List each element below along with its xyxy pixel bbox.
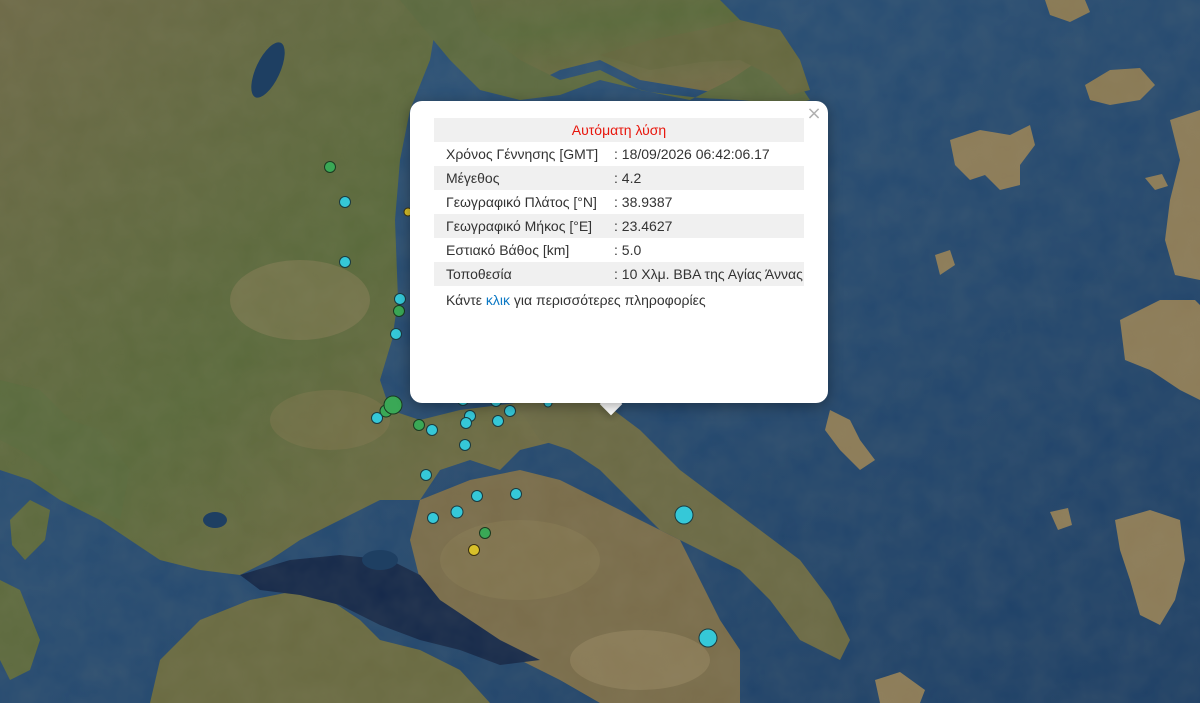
event-info-table: Χρόνος Γέννησης [GMT] : 18/09/2026 06:42…: [434, 142, 804, 286]
popup-footer: Κάντε κλικ για περισσότερες πληροφορίες: [434, 286, 804, 310]
depth-value: : 5.0: [614, 242, 642, 258]
quake-marker[interactable]: [394, 293, 406, 305]
latitude-label: Γεωγραφικό Πλάτος [°N]: [446, 194, 597, 210]
magnitude-value: : 4.2: [602, 166, 804, 190]
depth-label: Εστιακό Βάθος [km]: [446, 242, 570, 258]
quake-marker[interactable]: [426, 424, 438, 436]
origin-time-label: Χρόνος Γέννησης [GMT]: [446, 146, 599, 162]
quake-marker[interactable]: [674, 505, 694, 525]
quake-marker[interactable]: [339, 256, 351, 268]
location-label: Τοποθεσία: [434, 262, 602, 286]
quake-marker[interactable]: [492, 415, 504, 427]
quake-marker[interactable]: [504, 405, 516, 417]
quake-marker[interactable]: [413, 419, 425, 431]
quake-marker[interactable]: [383, 395, 403, 415]
quake-marker[interactable]: [459, 439, 471, 451]
table-row: Γεωγραφικό Μήκος [°E] : 23.4627: [434, 214, 804, 238]
event-popup: × Αυτόματη λύση Χρόνος Γέννησης [GMT] : …: [410, 101, 828, 403]
quake-marker[interactable]: [420, 469, 432, 481]
longitude-label: Γεωγραφικό Μήκος [°E]: [434, 214, 602, 238]
more-info-link[interactable]: κλικ: [486, 292, 510, 308]
quake-marker[interactable]: [390, 328, 402, 340]
quake-marker[interactable]: [510, 488, 522, 500]
popup-title: Αυτόματη λύση: [434, 118, 804, 142]
table-row: Τοποθεσία : 10 Χλμ. ΒΒΑ της Αγίας Άννας: [434, 262, 804, 286]
table-row: Χρόνος Γέννησης [GMT] : 18/09/2026 06:42…: [434, 142, 804, 166]
latitude-value: : 38.9387: [614, 194, 673, 210]
quake-marker[interactable]: [393, 305, 405, 317]
table-row: Γεωγραφικό Πλάτος [°N] : 38.9387: [434, 190, 804, 214]
quake-marker[interactable]: [450, 505, 464, 519]
origin-time-value: : 18/09/2026 06:42:06.17: [614, 146, 770, 162]
footer-suffix: για περισσότερες πληροφορίες: [510, 292, 706, 308]
table-row: Μέγεθος : 4.2: [434, 166, 804, 190]
quake-marker[interactable]: [324, 161, 336, 173]
quake-marker[interactable]: [427, 512, 439, 524]
quake-marker[interactable]: [468, 544, 480, 556]
location-value: : 10 Χλμ. ΒΒΑ της Αγίας Άννας: [602, 262, 804, 286]
quake-marker[interactable]: [339, 196, 351, 208]
quake-marker[interactable]: [698, 628, 718, 648]
longitude-value: : 23.4627: [602, 214, 804, 238]
footer-prefix: Κάντε: [446, 292, 486, 308]
quake-marker[interactable]: [471, 490, 483, 502]
table-row: Εστιακό Βάθος [km] : 5.0: [434, 238, 804, 262]
close-icon[interactable]: ×: [806, 105, 822, 123]
magnitude-label: Μέγεθος: [434, 166, 602, 190]
quake-marker[interactable]: [479, 527, 491, 539]
quake-marker[interactable]: [460, 417, 472, 429]
quake-marker[interactable]: [371, 412, 383, 424]
